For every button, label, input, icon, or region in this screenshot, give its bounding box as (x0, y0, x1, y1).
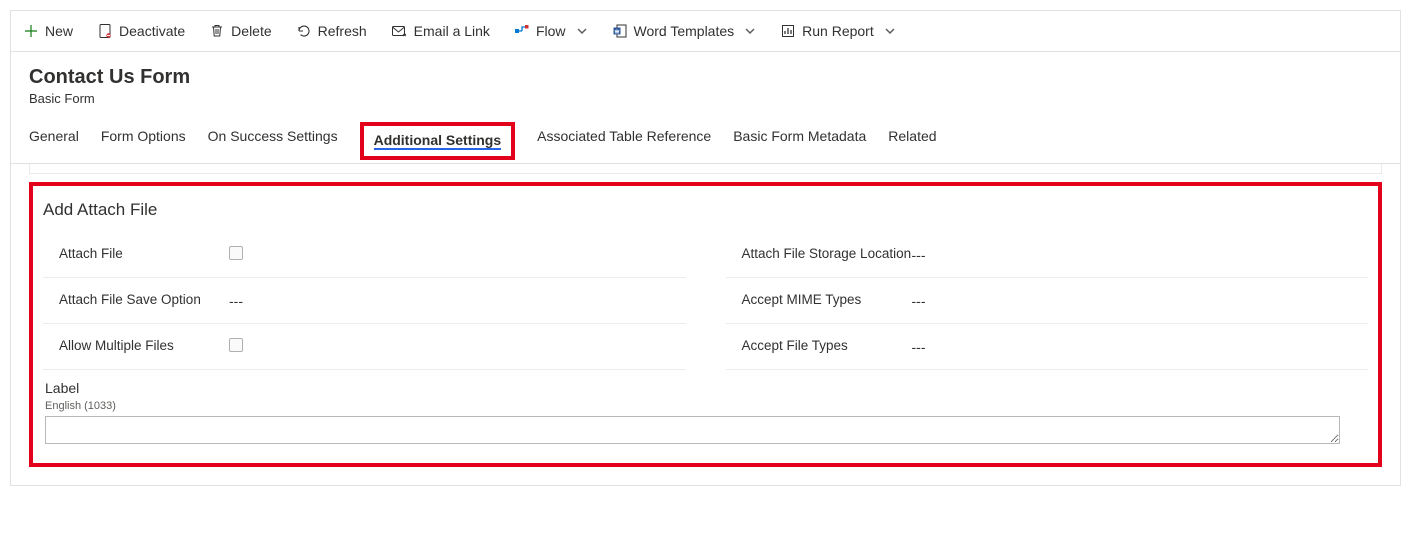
label-language: English (1033) (45, 400, 1366, 412)
delete-button[interactable]: Delete (207, 19, 273, 43)
page-subtitle: Basic Form (29, 91, 1382, 106)
attach-file-checkbox[interactable] (229, 246, 243, 260)
tab-on-success[interactable]: On Success Settings (208, 128, 338, 154)
label-textarea[interactable] (45, 416, 1340, 444)
tab-additional-settings[interactable]: Additional Settings (374, 132, 502, 150)
above-section-box (29, 164, 1382, 174)
new-label: New (45, 23, 73, 39)
refresh-icon (296, 23, 312, 39)
attach-file-section-highlight: Add Attach File Attach File Attach File … (29, 182, 1382, 467)
delete-label: Delete (231, 23, 271, 39)
deactivate-icon (97, 23, 113, 39)
tab-related[interactable]: Related (888, 128, 936, 154)
flow-button[interactable]: Flow (512, 19, 590, 43)
storage-location-value[interactable]: --- (912, 247, 1369, 263)
command-bar: New Deactivate Delete Refresh Email a Li… (11, 11, 1400, 52)
word-templates-button[interactable]: Word Templates (610, 19, 759, 43)
report-icon (780, 23, 796, 39)
save-option-value[interactable]: --- (229, 293, 686, 309)
run-report-label: Run Report (802, 23, 874, 39)
flow-label: Flow (536, 23, 566, 39)
form-tabs: General Form Options On Success Settings… (29, 128, 1382, 164)
new-button[interactable]: New (21, 19, 75, 43)
form-header: Contact Us Form Basic Form General Form … (11, 52, 1400, 164)
refresh-button[interactable]: Refresh (294, 19, 369, 43)
trash-icon (209, 23, 225, 39)
plus-icon (23, 23, 39, 39)
tab-general[interactable]: General (29, 128, 79, 154)
run-report-button[interactable]: Run Report (778, 19, 898, 43)
deactivate-button[interactable]: Deactivate (95, 19, 187, 43)
section-title: Add Attach File (43, 200, 1368, 220)
email-link-button[interactable]: Email a Link (389, 19, 492, 43)
word-templates-label: Word Templates (634, 23, 735, 39)
right-column: Attach File Storage Location --- Accept … (726, 232, 1369, 370)
flow-icon (514, 23, 530, 39)
mime-types-label: Accept MIME Types (742, 291, 912, 309)
word-icon (612, 23, 628, 39)
mime-types-value[interactable]: --- (912, 293, 1369, 309)
page-title: Contact Us Form (29, 66, 1382, 89)
tab-additional-settings-highlight: Additional Settings (360, 122, 516, 160)
save-option-label: Attach File Save Option (59, 291, 229, 309)
deactivate-label: Deactivate (119, 23, 185, 39)
tab-form-options[interactable]: Form Options (101, 128, 186, 154)
attach-file-label: Attach File (59, 245, 229, 263)
email-link-label: Email a Link (414, 23, 490, 39)
file-types-value[interactable]: --- (912, 339, 1369, 355)
chevron-down-icon (744, 25, 756, 37)
chevron-down-icon (884, 25, 896, 37)
left-column: Attach File Attach File Save Option --- … (43, 232, 686, 370)
chevron-down-icon (576, 25, 588, 37)
storage-location-label: Attach File Storage Location (742, 245, 912, 263)
tab-metadata[interactable]: Basic Form Metadata (733, 128, 866, 154)
refresh-label: Refresh (318, 23, 367, 39)
allow-multiple-checkbox[interactable] (229, 338, 243, 352)
file-types-label: Accept File Types (742, 337, 912, 355)
tab-associated-table[interactable]: Associated Table Reference (537, 128, 711, 154)
allow-multiple-label: Allow Multiple Files (59, 337, 229, 355)
label-field-label: Label (45, 380, 1366, 396)
email-icon (391, 23, 408, 39)
